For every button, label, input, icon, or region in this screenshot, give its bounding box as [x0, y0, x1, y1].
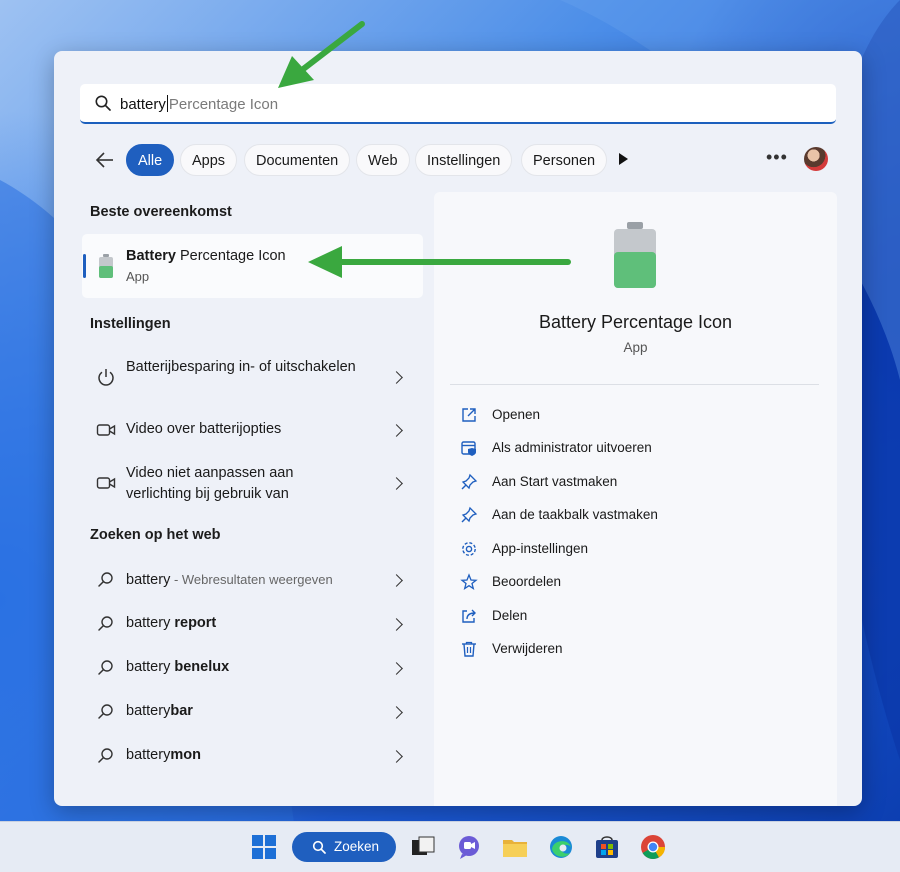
filter-chip-settings[interactable]: Instellingen [415, 144, 513, 176]
search-suggestion: Percentage Icon [168, 96, 279, 113]
search-icon [98, 616, 113, 631]
trash-icon [462, 641, 476, 657]
task-view-icon[interactable] [410, 834, 436, 860]
settings-item-label: Batterijbesparing in- of uitschakelen [126, 359, 356, 375]
web-result-batterybar[interactable]: batterybar [82, 699, 423, 725]
video-icon [96, 424, 116, 436]
filter-chip-web[interactable]: Web [356, 144, 410, 176]
web-result-label: battery - Webresultaten weergeven [126, 572, 333, 588]
microsoft-store-icon[interactable] [594, 834, 620, 860]
settings-item-battery-video[interactable]: Video over batterijopties [82, 417, 423, 443]
filter-chip-apps[interactable]: Apps [180, 144, 238, 176]
taskbar-search-button[interactable]: Zoeken [292, 832, 396, 862]
more-filters-arrow-icon[interactable] [619, 153, 628, 165]
power-icon [98, 369, 114, 386]
open-external-icon [462, 408, 476, 422]
share-icon [462, 609, 476, 623]
pin-icon [461, 473, 478, 490]
best-match-type: App [126, 269, 150, 284]
web-search-heading: Zoeken op het web [90, 527, 221, 543]
filter-chip-people[interactable]: Personen [521, 144, 608, 176]
back-arrow-icon[interactable] [94, 149, 116, 171]
search-input[interactable]: battery Percentage Icon [80, 84, 836, 124]
web-result-label: batterymon [126, 747, 201, 763]
chevron-right-icon [390, 371, 403, 384]
best-match-heading: Beste overeenkomst [90, 204, 232, 220]
settings-item-label: Video niet aanpassen aan verlichting bij… [126, 465, 294, 502]
preview-pane: Battery Percentage Icon App Openen Als a… [434, 192, 837, 806]
preview-app-type: App [623, 340, 648, 355]
web-result-battery-benelux[interactable]: battery benelux [82, 655, 423, 681]
best-match-result[interactable]: Battery Percentage Icon App [82, 234, 423, 298]
chat-icon[interactable] [456, 834, 482, 860]
filter-bar: Alle Apps Documenten Web Instellingen Pe… [90, 143, 830, 177]
search-query: battery Percentage Icon [120, 95, 278, 113]
star-icon [460, 573, 478, 590]
search-icon [98, 748, 113, 763]
file-explorer-icon[interactable] [502, 834, 528, 860]
battery-app-large-icon [614, 222, 656, 288]
preview-app-name: Battery Percentage Icon [538, 312, 733, 332]
more-options-icon[interactable]: ••• [766, 147, 788, 168]
search-icon [312, 840, 326, 854]
selection-indicator [83, 254, 86, 278]
divider [450, 384, 819, 385]
web-result-batterymon[interactable]: batterymon [82, 743, 423, 769]
web-result-label: battery benelux [126, 659, 230, 675]
best-match-name: Battery Percentage Icon [126, 248, 286, 264]
settings-item-battery-saver[interactable]: Batterijbesparing in- of uitschakelen [82, 355, 423, 403]
filter-chip-documents[interactable]: Documenten [244, 144, 351, 176]
pin-icon [461, 506, 478, 523]
windows-start-icon[interactable] [251, 834, 277, 860]
battery-app-icon [99, 254, 113, 278]
admin-shield-icon [461, 441, 476, 456]
video-icon [96, 477, 116, 489]
search-icon [98, 660, 113, 675]
edge-browser-icon[interactable] [548, 834, 574, 860]
chrome-browser-icon[interactable] [640, 834, 666, 860]
settings-heading: Instellingen [90, 316, 171, 332]
web-result-label: battery report [126, 615, 217, 631]
search-icon [95, 95, 111, 111]
search-icon [98, 572, 113, 587]
filter-chip-all[interactable]: Alle [126, 144, 175, 176]
chevron-right-icon [390, 424, 403, 437]
web-result-battery-report[interactable]: battery report [82, 611, 423, 637]
web-result-label: batterybar [126, 703, 193, 719]
taskbar: Zoeken [0, 821, 900, 872]
search-icon [98, 704, 113, 719]
settings-item-label: Video over batterijopties [126, 421, 282, 437]
taskbar-search-label: Zoeken [334, 839, 380, 854]
text-cursor [166, 95, 168, 112]
start-search-panel: battery Percentage Icon Alle Apps Documen… [54, 51, 862, 806]
avatar[interactable] [804, 147, 828, 171]
search-typed-text: battery [120, 96, 166, 113]
chevron-right-icon [390, 477, 403, 490]
web-result-battery[interactable]: battery - Webresultaten weergeven [82, 567, 423, 593]
gear-icon [462, 542, 476, 556]
settings-item-video-lighting[interactable]: Video niet aanpassen aan verlichting bij… [82, 461, 423, 509]
